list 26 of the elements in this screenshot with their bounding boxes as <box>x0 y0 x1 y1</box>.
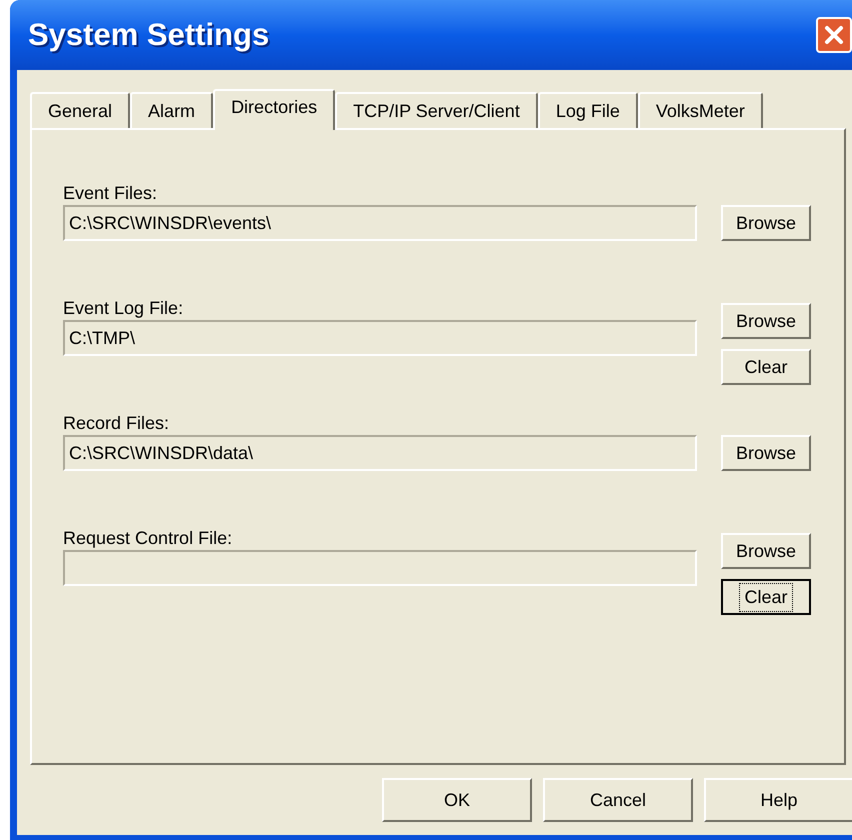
field-label: Event Files: <box>63 182 158 205</box>
button[interactable]: Help <box>704 778 852 822</box>
field-label: Event Log File: <box>63 297 184 320</box>
path-field[interactable]: C:\SRC\WINSDR\data\ <box>63 435 697 471</box>
window-title: System Settings <box>28 16 270 54</box>
close-button[interactable] <box>816 17 852 53</box>
field-label: Record Files: <box>63 412 170 435</box>
path-field[interactable]: C:\SRC\WINSDR\events\ <box>63 205 697 241</box>
tab[interactable]: Log File <box>538 92 638 128</box>
path-field[interactable]: C:\TMP\ <box>63 320 697 356</box>
tab[interactable]: Alarm <box>130 92 214 128</box>
tab[interactable]: General <box>30 92 130 128</box>
button[interactable]: Browse <box>721 205 811 241</box>
button[interactable]: Clear <box>721 349 811 385</box>
tab[interactable]: Directories <box>213 89 336 130</box>
field-label: Request Control File: <box>63 527 234 550</box>
path-field[interactable] <box>63 550 697 586</box>
focused-button[interactable]: Clear <box>721 579 811 615</box>
tab[interactable]: TCP/IP Server/Client <box>335 92 538 128</box>
button[interactable]: Browse <box>721 435 811 471</box>
button[interactable]: Browse <box>721 533 811 569</box>
button[interactable]: Browse <box>721 303 811 339</box>
close-icon <box>823 24 845 46</box>
button[interactable]: Cancel <box>543 778 693 822</box>
tab[interactable]: VolksMeter <box>638 92 763 128</box>
button[interactable]: OK <box>382 778 532 822</box>
